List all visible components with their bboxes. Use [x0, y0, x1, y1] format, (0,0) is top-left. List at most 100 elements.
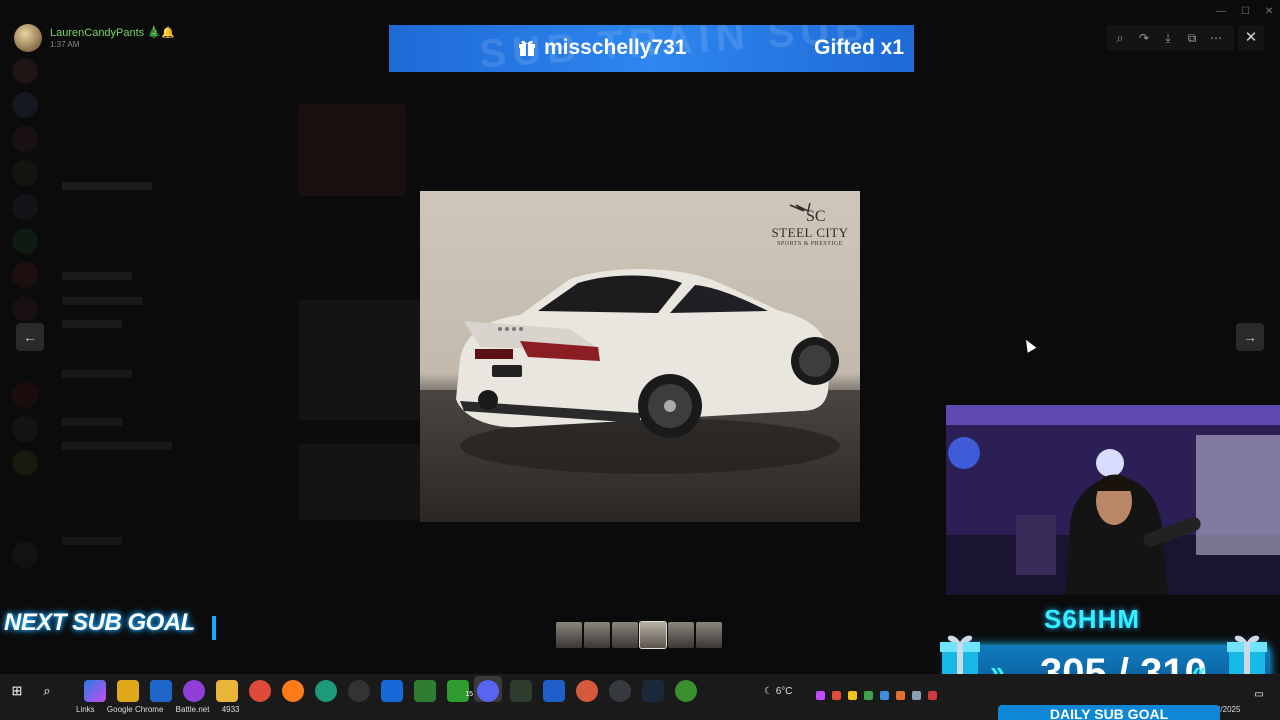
minimize-icon[interactable]: — [1216, 6, 1226, 17]
webcam-scene [946, 405, 1280, 595]
weather-icon: ☾ [764, 686, 773, 697]
server-icon[interactable] [12, 160, 38, 186]
thumbnail[interactable] [612, 622, 638, 648]
tray-icon[interactable] [880, 691, 889, 700]
gifter-username: misschelly731 [544, 36, 687, 59]
user-badges: 🎄🔔 [147, 27, 175, 39]
channel-item[interactable] [62, 370, 132, 378]
zoom-icon[interactable]: ⌕ [1112, 30, 1128, 46]
next-image-button[interactable]: → [1236, 323, 1264, 351]
channel-item[interactable] [62, 297, 142, 305]
username: LaurenCandyPants 🎄🔔 [50, 26, 175, 39]
copilot-icon[interactable] [84, 680, 106, 702]
obs-icon[interactable] [348, 680, 370, 702]
gift-icon [519, 40, 535, 56]
chrome-icon[interactable] [249, 680, 271, 702]
battlenet-link[interactable]: Battle.net [176, 705, 210, 714]
channel-item[interactable] [62, 182, 152, 190]
discord-icon[interactable] [477, 680, 499, 702]
tray-icon[interactable] [896, 691, 905, 700]
thumbnail-strip [556, 621, 724, 650]
next-sub-goal-accent [212, 616, 216, 640]
app-icon[interactable] [543, 680, 565, 702]
firefox-icon[interactable] [282, 680, 304, 702]
server-icon[interactable] [12, 542, 38, 568]
tray-icon[interactable] [832, 691, 841, 700]
window-close-icon[interactable]: ✕ [1265, 6, 1273, 17]
tray-icon[interactable] [928, 691, 937, 700]
server-icon[interactable] [12, 228, 38, 254]
server-icon[interactable] [12, 416, 38, 442]
server-icon[interactable] [12, 92, 38, 118]
steel-city-logo-icon: SC [789, 202, 826, 225]
tray-icon[interactable] [864, 691, 873, 700]
store-icon[interactable] [117, 680, 139, 702]
tray-icon[interactable] [816, 691, 825, 700]
edge-icon[interactable] [315, 680, 337, 702]
user-timestamp: 1:37 AM [50, 40, 80, 49]
weather-widget[interactable]: ☾ 6°C [764, 686, 793, 697]
server-icon[interactable] [12, 450, 38, 476]
badge-count: 15 [465, 691, 473, 698]
main-car-image: SC STEEL CITY SPORTS & PRESTIGE [420, 191, 860, 522]
server-icon[interactable] [12, 58, 38, 84]
app-icon[interactable] [414, 680, 436, 702]
steam-icon[interactable] [642, 680, 664, 702]
username-text: LaurenCandyPants [50, 27, 145, 39]
app-icon[interactable] [609, 680, 631, 702]
open-external-icon[interactable]: ⧉ [1184, 30, 1200, 46]
avatar[interactable] [14, 24, 42, 52]
chat-image-ghost [298, 300, 420, 420]
notifications-icon[interactable]: ▭ [1252, 688, 1266, 702]
dealer-logo-name: STEEL CITY [771, 225, 849, 240]
image-viewer-toolbar: ⌕ ↷ ⤓ ⧉ ⋯ [1106, 25, 1234, 51]
mail-icon[interactable] [150, 680, 172, 702]
tray-icon[interactable] [848, 691, 857, 700]
battlenet-icon[interactable] [381, 680, 403, 702]
server-icon[interactable] [12, 262, 38, 288]
chat-image-ghost [298, 444, 420, 520]
channel-item[interactable] [62, 537, 122, 545]
streamer-webcam [946, 405, 1280, 595]
windows-start-icon[interactable]: ⊞ [6, 680, 28, 702]
links-label[interactable]: Links [76, 705, 95, 714]
link-count[interactable]: 4933 [222, 705, 240, 714]
server-icon[interactable] [12, 382, 38, 408]
taskbar-links: Links Google Chrome Battle.net 4933 [76, 705, 249, 714]
thumbnail[interactable] [584, 622, 610, 648]
app-icon[interactable] [576, 680, 598, 702]
forward-icon[interactable]: ↷ [1136, 30, 1152, 46]
thumbnail[interactable] [556, 622, 582, 648]
server-icon[interactable] [12, 126, 38, 152]
more-icon[interactable]: ⋯ [1208, 30, 1224, 46]
gift-sub-banner: SUB TRAIN SUB misschelly731 Gifted x1 [389, 25, 914, 72]
file-explorer-icon[interactable] [216, 680, 238, 702]
app-icon[interactable] [675, 680, 697, 702]
daily-sub-goal-label: DAILY SUB GOAL [998, 705, 1220, 720]
channel-item[interactable] [62, 320, 122, 328]
chat-image-ghost [298, 104, 406, 196]
channel-item[interactable] [62, 442, 172, 450]
channel-item[interactable] [62, 272, 132, 280]
server-icon[interactable] [12, 194, 38, 220]
thumbnail[interactable] [668, 622, 694, 648]
server-icon[interactable] [12, 296, 38, 322]
xbox-icon[interactable]: 15 [447, 680, 473, 702]
app-icon[interactable] [183, 680, 205, 702]
screen: — ☐ ✕ LaurenCandyPants 🎄🔔 1:37 AM SUB TR… [0, 0, 1280, 720]
dealer-logo: SC STEEL CITY SPORTS & PRESTIGE [768, 201, 852, 253]
previous-image-button[interactable]: ← [16, 323, 44, 351]
chrome-link[interactable]: Google Chrome [107, 705, 163, 714]
download-icon[interactable]: ⤓ [1160, 30, 1176, 46]
gift-count: Gifted x1 [814, 36, 904, 59]
channel-item[interactable] [62, 418, 122, 426]
close-viewer-button[interactable]: ✕ [1238, 25, 1264, 51]
maximize-icon[interactable]: ☐ [1241, 6, 1250, 17]
thumbnail[interactable] [639, 621, 667, 649]
sub-goal-code: S6HHM [1044, 604, 1141, 634]
tray-icon[interactable] [912, 691, 921, 700]
search-icon[interactable]: ⌕ [36, 680, 58, 702]
thumbnail[interactable] [696, 622, 722, 648]
dealer-logo-sub: SPORTS & PRESTIGE [777, 241, 843, 247]
app-icon[interactable] [510, 680, 532, 702]
